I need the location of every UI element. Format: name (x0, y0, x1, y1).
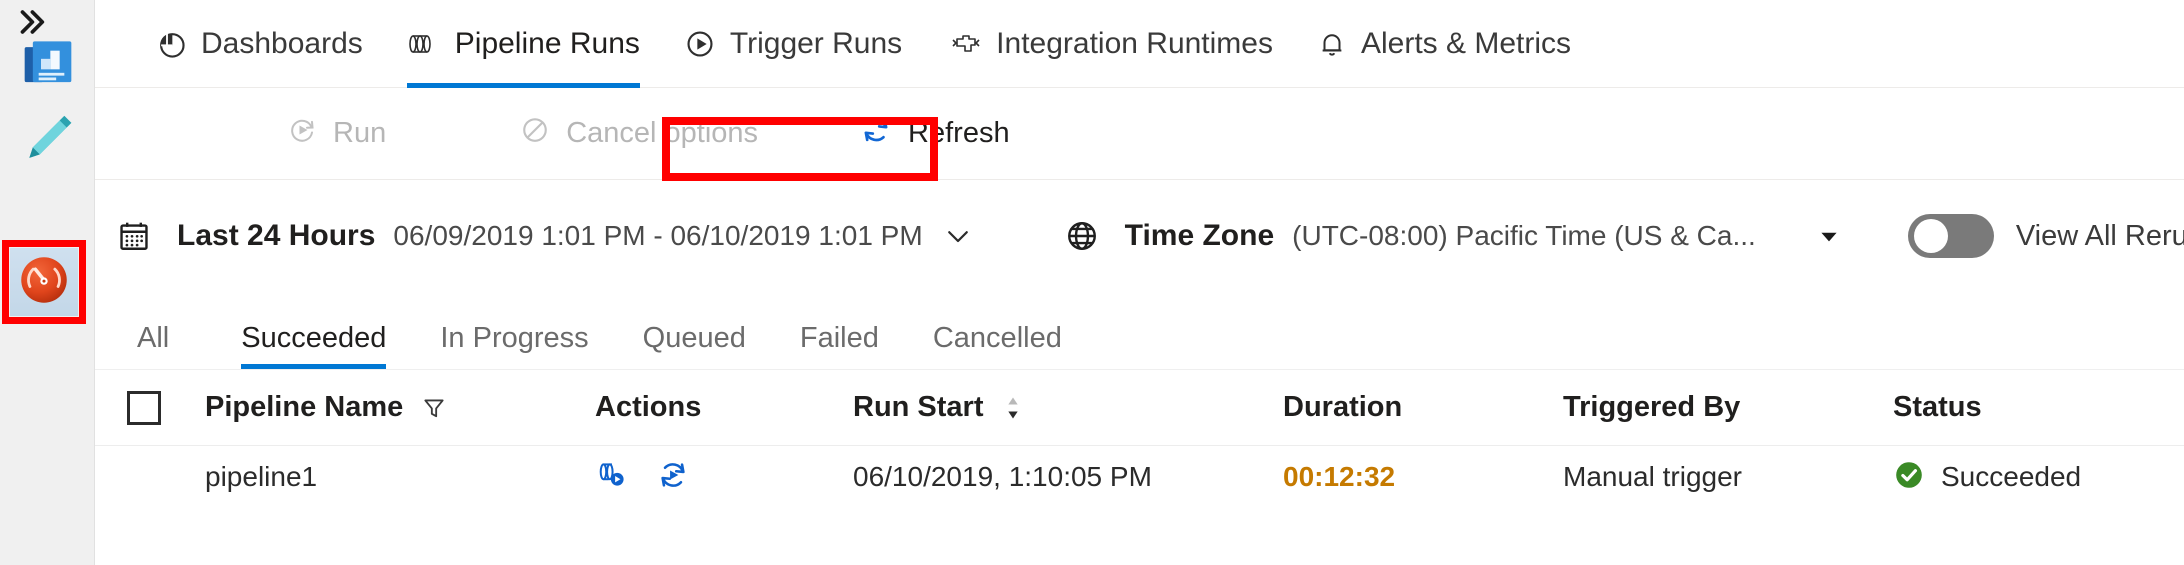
date-range-filter[interactable]: Last 24 Hours 06/09/2019 1:01 PM - 06/10… (117, 219, 973, 253)
pivot-queued[interactable]: Queued (627, 322, 762, 369)
column-run-start[interactable]: Run Start (833, 391, 1253, 424)
duration-value: 00:12:32 (1283, 461, 1396, 492)
integration-runtime-icon (946, 30, 982, 58)
run-button-label: Run (333, 117, 387, 149)
calendar-icon (117, 219, 151, 253)
tab-alerts-and-metrics[interactable]: Alerts & Metrics (1295, 0, 1593, 88)
globe-icon (1065, 219, 1099, 253)
view-all-reruns-label: View All Reru (2015, 219, 2184, 252)
pipeline-name-value: pipeline1 (205, 461, 318, 492)
tab-pipeline-runs-label: Pipeline Runs (454, 26, 640, 60)
cancel-options-button[interactable]: Cancel options (498, 102, 780, 166)
pivot-all[interactable]: All (121, 322, 185, 369)
column-duration-label: Duration (1283, 391, 1403, 423)
left-icon-rail (0, 0, 95, 565)
pivot-all-label: All (137, 322, 170, 354)
tab-integration-runtimes-label: Integration Runtimes (996, 26, 1273, 60)
cell-run-start: 06/10/2019, 1:10:05 PM (833, 461, 1253, 493)
time-zone-value: (UTC-08:00) Pacific Time (US & Ca... (1292, 220, 1756, 251)
pipeline-runs-table: Pipeline Name Actions Run Start Duration… (95, 370, 2184, 565)
pivot-succeeded[interactable]: Succeeded (225, 322, 402, 369)
view-activity-runs-icon[interactable] (595, 459, 631, 496)
tab-alerts-and-metrics-label: Alerts & Metrics (1360, 26, 1572, 60)
rail-item-data-factory-overview[interactable] (8, 22, 88, 102)
command-bar: Run Cancel options Refresh (95, 88, 2184, 180)
select-all-checkbox[interactable] (95, 390, 183, 425)
filter-bar: Last 24 Hours 06/09/2019 1:01 PM - 06/10… (95, 180, 2184, 292)
pivot-in-progress[interactable]: In Progress (424, 322, 604, 369)
column-triggered-by[interactable]: Triggered By (1533, 391, 1863, 424)
pivot-in-progress-label: In Progress (440, 322, 589, 354)
view-all-reruns-toggle[interactable] (1907, 214, 1994, 258)
column-pipeline-name-label: Pipeline Name (205, 391, 404, 423)
tab-dashboards-label: Dashboards (201, 26, 363, 60)
cell-duration: 00:12:32 (1253, 461, 1533, 493)
pivot-cancelled-label: Cancelled (932, 322, 1062, 354)
tab-trigger-runs[interactable]: Trigger Runs (662, 0, 924, 88)
run-start-value: 06/10/2019, 1:10:05 PM (853, 461, 1152, 492)
cell-pipeline-name[interactable]: pipeline1 (183, 461, 583, 493)
toggle-knob (1913, 219, 1948, 253)
refresh-icon (860, 114, 892, 154)
caret-down-icon[interactable] (1816, 223, 1842, 249)
date-range-label: Last 24 Hours (177, 219, 376, 252)
tab-trigger-runs-label: Trigger Runs (729, 26, 903, 60)
factory-overview-icon (20, 32, 76, 93)
status-filter-pivot: All Succeeded In Progress Queued Failed … (95, 292, 2184, 370)
chevron-down-icon[interactable] (943, 221, 973, 251)
cancel-icon (520, 115, 550, 153)
pivot-failed-label: Failed (799, 322, 879, 354)
rail-item-author[interactable] (8, 100, 88, 180)
rail-item-monitor[interactable] (10, 248, 78, 316)
cell-actions (583, 459, 833, 496)
bell-icon (1317, 28, 1347, 60)
pie-chart-icon (155, 28, 187, 60)
monitor-nav-tabs: Dashboards Pipeline Runs Trigger Runs In… (95, 0, 2184, 88)
rerun-icon[interactable] (657, 459, 689, 496)
column-status-label: Status (1893, 391, 1982, 423)
cancel-options-button-label: Cancel options (566, 117, 759, 149)
triggered-by-value: Manual trigger (1563, 461, 1742, 492)
column-run-start-label: Run Start (853, 391, 984, 423)
tab-integration-runtimes[interactable]: Integration Runtimes (924, 0, 1295, 88)
time-zone-label: Time Zone (1124, 219, 1275, 252)
pivot-succeeded-label: Succeeded (241, 322, 387, 354)
tab-dashboards[interactable]: Dashboards (133, 0, 385, 88)
cell-status: Succeeded (1863, 459, 2163, 496)
column-actions-label: Actions (595, 391, 702, 423)
pivot-failed[interactable]: Failed (784, 322, 895, 369)
column-status[interactable]: Status (1863, 391, 2163, 424)
tab-pipeline-runs[interactable]: Pipeline Runs (385, 0, 662, 88)
filter-icon[interactable] (421, 395, 447, 421)
table-header-row: Pipeline Name Actions Run Start Duration… (95, 370, 2184, 446)
status-value: Succeeded (1941, 461, 2082, 492)
column-triggered-by-label: Triggered By (1563, 391, 1741, 423)
pipeline-icon (407, 29, 441, 59)
success-check-icon (1893, 459, 1925, 496)
monitor-pipeline-runs-page: Dashboards Pipeline Runs Trigger Runs In… (0, 0, 2184, 565)
main-content: Dashboards Pipeline Runs Trigger Runs In… (95, 0, 2184, 565)
column-pipeline-name[interactable]: Pipeline Name (183, 391, 583, 424)
table-row[interactable]: pipeline1 06/10/2019, 1:10:05 PM 00:12:3… (95, 446, 2184, 508)
time-zone-filter[interactable]: Time Zone (UTC-08:00) Pacific Time (US &… (1065, 219, 1842, 253)
column-duration[interactable]: Duration (1253, 391, 1533, 424)
run-button[interactable]: Run (265, 102, 408, 166)
sort-descending-icon[interactable] (1002, 394, 1024, 422)
refresh-button-label: Refresh (908, 117, 1010, 149)
view-all-reruns-toggle-group[interactable]: View All Reru (1907, 214, 2184, 258)
play-circle-icon (684, 28, 716, 60)
pivot-cancelled[interactable]: Cancelled (917, 322, 1078, 369)
pencil-icon (20, 110, 76, 171)
checkbox-box (127, 390, 161, 425)
gauge-icon (18, 254, 70, 311)
run-icon (287, 115, 317, 153)
column-actions: Actions (583, 391, 833, 424)
pivot-queued-label: Queued (642, 322, 746, 354)
cell-triggered-by: Manual trigger (1533, 461, 1863, 493)
refresh-button[interactable]: Refresh (838, 102, 1032, 166)
date-range-value: 06/09/2019 1:01 PM - 06/10/2019 1:01 PM (393, 220, 923, 251)
